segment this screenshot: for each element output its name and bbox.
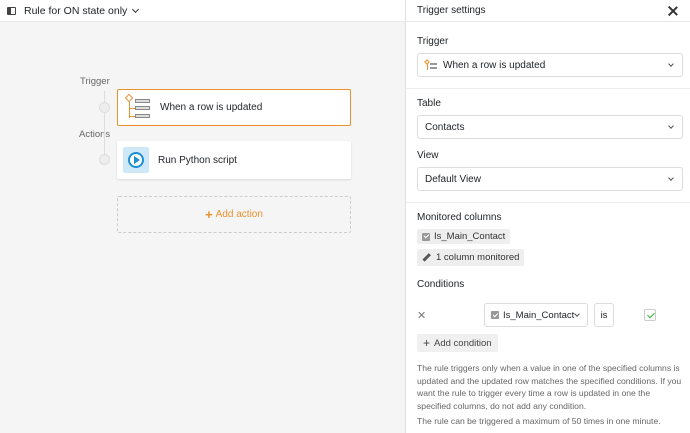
plus-icon: +	[205, 206, 213, 222]
add-condition-button[interactable]: + Add condition	[417, 334, 498, 352]
view-select[interactable]: Default View	[417, 167, 683, 191]
row-updated-icon	[124, 93, 151, 121]
chevron-down-icon[interactable]	[132, 5, 140, 13]
view-select-value: Default View	[425, 173, 481, 185]
remove-condition-icon[interactable]: ✕	[417, 309, 426, 322]
actions-section-label: Actions	[79, 129, 111, 140]
action-card-label: Run Python script	[158, 154, 237, 166]
add-action-label: Add action	[215, 209, 263, 220]
condition-operator-value: is	[600, 309, 608, 321]
condition-value-checkbox[interactable]	[644, 309, 656, 321]
monitored-columns-label: Monitored columns	[417, 212, 502, 223]
panel-title: Trigger settings	[417, 5, 486, 16]
row-updated-icon	[424, 59, 437, 70]
action-card[interactable]: Run Python script	[117, 141, 351, 179]
plus-icon: +	[423, 336, 431, 350]
trigger-section-label: Trigger	[80, 76, 110, 87]
table-select[interactable]: Contacts	[417, 115, 683, 139]
condition-column-select[interactable]: Is_Main_Contact	[484, 303, 588, 327]
add-action-button[interactable]: + Add action	[117, 196, 351, 233]
monitored-count-label: 1 column monitored	[436, 252, 520, 263]
checkbox-icon	[422, 232, 430, 241]
trigger-select-value: When a row is updated	[443, 59, 546, 71]
python-play-icon	[123, 147, 149, 173]
chevron-down-icon	[668, 175, 674, 181]
chevron-down-icon	[668, 61, 674, 67]
trigger-card-label: When a row is updated	[160, 102, 263, 113]
trigger-card[interactable]: When a row is updated	[117, 89, 351, 126]
panel-header: Trigger settings	[406, 0, 690, 22]
monitored-column-tag: Is_Main_Contact	[417, 229, 511, 244]
rule-editor-canvas: Rule for ON state only Trigger Actions W…	[0, 0, 405, 433]
pencil-icon	[422, 253, 431, 262]
monitored-column-name: Is_Main_Contact	[434, 231, 506, 242]
view-field-label: View	[417, 150, 439, 161]
divider	[406, 88, 690, 89]
rule-header: Rule for ON state only	[0, 0, 405, 22]
chevron-down-icon	[574, 311, 580, 317]
conditions-help-text: The rule triggers only when a value in o…	[417, 363, 682, 411]
conditions-label: Conditions	[417, 279, 465, 290]
trigger-select[interactable]: When a row is updated	[417, 53, 683, 77]
checkbox-icon	[491, 311, 499, 319]
trigger-node-dot	[99, 102, 110, 113]
trigger-field-label: Trigger	[417, 36, 449, 47]
chevron-down-icon	[668, 123, 674, 129]
action-node-dot	[99, 154, 110, 165]
table-field-label: Table	[417, 98, 441, 109]
sidebar-toggle-icon[interactable]	[7, 6, 16, 15]
condition-column-value: Is_Main_Contact	[503, 309, 575, 321]
trigger-limit-text: The rule can be triggered a maximum of 5…	[417, 416, 661, 426]
add-condition-label: Add condition	[434, 337, 492, 349]
table-select-value: Contacts	[425, 121, 465, 133]
rule-title[interactable]: Rule for ON state only	[24, 5, 127, 17]
divider	[406, 202, 690, 203]
close-icon[interactable]	[668, 6, 678, 16]
condition-operator-select[interactable]: is	[594, 303, 614, 327]
edit-monitored-columns-button[interactable]: 1 column monitored	[417, 249, 525, 266]
trigger-settings-panel: Trigger settings Trigger When a row is u…	[405, 0, 690, 433]
